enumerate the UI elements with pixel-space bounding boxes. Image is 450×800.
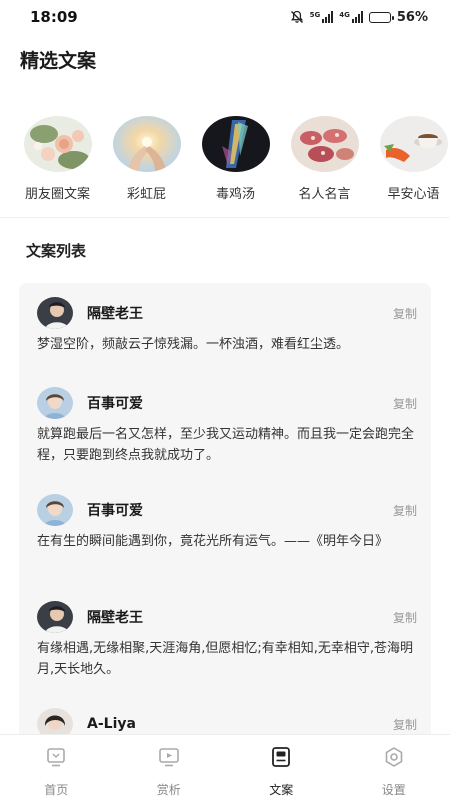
copy-button[interactable]: 复制 xyxy=(393,716,417,733)
home-icon xyxy=(47,748,66,767)
quote-text: 梦湿空阶，频敲云子惊残漏。一杯浊酒，难看红尘透。 xyxy=(37,337,350,352)
prism-light-image xyxy=(201,116,270,172)
signal-4g-icon: 4G xyxy=(339,11,363,23)
play-icon xyxy=(158,748,179,767)
category-label: 朋友圈文案 xyxy=(24,187,90,202)
author-name: 百事可爱 xyxy=(87,503,143,519)
category-label: 名人名言 xyxy=(298,187,351,202)
status-bar: 18:09 5G 4G 56% xyxy=(0,0,450,34)
signal-5g-icon: 5G xyxy=(310,11,334,23)
avatar[interactable] xyxy=(37,601,73,633)
battery-icon xyxy=(368,11,394,23)
author-name: 隔壁老王 xyxy=(87,306,143,322)
battery-percent: 56% xyxy=(396,9,428,25)
page-title: 精选文案 xyxy=(20,50,97,72)
author-name: 百事可爱 xyxy=(87,396,143,412)
tab-label: 文案 xyxy=(269,783,294,797)
author-name: 隔壁老王 xyxy=(87,610,143,626)
coffee-image xyxy=(379,116,448,172)
tab-home[interactable]: 首页 xyxy=(0,735,113,800)
settings-icon xyxy=(385,747,403,767)
category-label: 彩虹屁 xyxy=(126,187,166,202)
tab-settings[interactable]: 设置 xyxy=(338,735,450,800)
status-icons: 5G 4G 56% xyxy=(290,10,428,25)
tab-label: 首页 xyxy=(44,783,69,797)
document-icon xyxy=(272,747,291,767)
tab-appreciate[interactable]: 赏析 xyxy=(113,735,226,800)
bottom-tab-bar: 首页 赏析 文案 设置 xyxy=(0,734,450,800)
category-label: 早安心语 xyxy=(387,187,440,202)
quote-text: 在有生的瞬间能遇到你，竟花光所有运气。——《明年今日》 xyxy=(37,534,389,549)
mute-bell-icon xyxy=(290,10,303,23)
tab-label: 设置 xyxy=(381,783,406,797)
avatar[interactable] xyxy=(37,494,73,526)
divider xyxy=(0,217,450,218)
avatar[interactable] xyxy=(37,387,73,419)
copy-button[interactable]: 复制 xyxy=(393,609,417,626)
category-item[interactable]: 名人名言 xyxy=(279,116,370,206)
quote-text: 有缘相遇,无缘相聚,天涯海角,但愿相忆;有幸相知,无幸相守,苍海明月,天长地久。 xyxy=(37,641,414,677)
category-item[interactable]: 毒鸡汤 xyxy=(190,116,281,206)
quote-text: 就算跑最后一名又怎样，至少我又运动精神。而且我一定会跑完全程，只要跑到终点我就成… xyxy=(37,427,415,463)
food-image xyxy=(290,116,359,172)
flowers-image xyxy=(23,116,92,172)
avatar[interactable] xyxy=(37,297,73,329)
section-title: 文案列表 xyxy=(26,242,87,260)
category-label: 毒鸡汤 xyxy=(215,187,255,202)
quote-list: 隔壁老王 复制 梦湿空阶，频敲云子惊残漏。一杯浊酒，难看红尘透。 百事可爱 复制… xyxy=(19,283,431,743)
category-item[interactable]: 朋友圈文案 xyxy=(12,116,103,206)
tab-label: 赏析 xyxy=(156,783,181,797)
category-item[interactable]: 早安心语 xyxy=(368,116,450,206)
status-time: 18:09 xyxy=(30,8,78,26)
category-row: 朋友圈文案 彩虹屁 毒鸡汤 名人名言 早安心语 xyxy=(0,116,450,206)
copy-button[interactable]: 复制 xyxy=(393,395,417,412)
copy-button[interactable]: 复制 xyxy=(393,502,417,519)
tab-copywriting[interactable]: 文案 xyxy=(225,735,338,800)
category-item[interactable]: 彩虹屁 xyxy=(101,116,192,206)
author-name: A-Liya xyxy=(87,716,136,732)
copy-button[interactable]: 复制 xyxy=(393,305,417,322)
hands-light-image xyxy=(112,116,181,172)
